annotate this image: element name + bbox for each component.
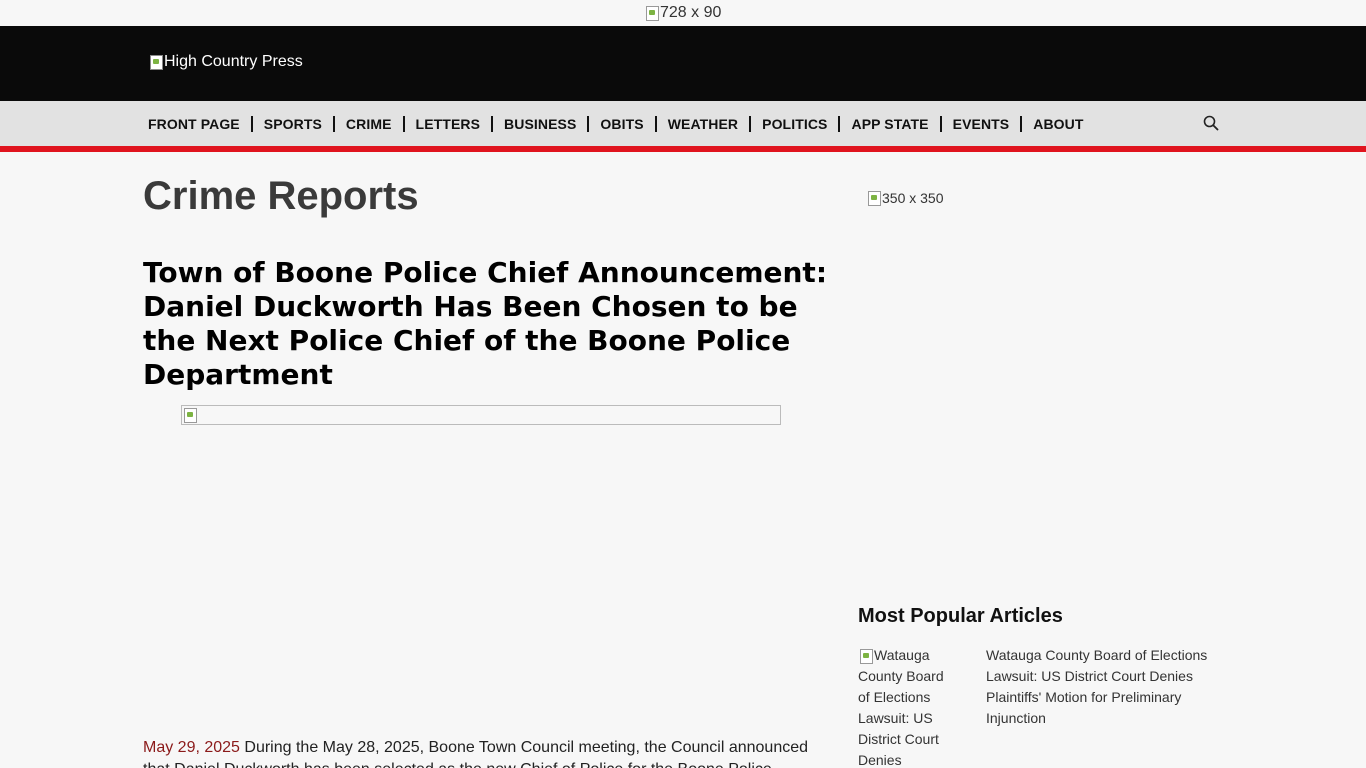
site-logo[interactable]: High Country Press: [148, 53, 303, 71]
nav-divider: [939, 115, 942, 132]
nav-item-events[interactable]: EVENTS: [952, 115, 1034, 132]
logo-alt-text: High Country Press: [164, 53, 303, 70]
nav-item-about[interactable]: ABOUT: [1033, 116, 1083, 132]
nav-accent-bar: [0, 146, 1366, 152]
nav-divider: [1020, 115, 1023, 132]
top-banner-ad[interactable]: 728 x 90: [0, 0, 1366, 26]
nav-item-label: CRIME: [345, 115, 392, 132]
nav-divider: [491, 115, 494, 132]
nav-divider: [654, 115, 657, 132]
nav-item-label: POLITICS: [762, 115, 828, 132]
nav-divider: [250, 115, 253, 132]
nav-item-label: SPORTS: [263, 115, 322, 132]
nav-item-label: BUSINESS: [504, 115, 577, 132]
nav-divider: [838, 115, 841, 132]
nav-item-business[interactable]: BUSINESS: [504, 115, 600, 132]
article-image[interactable]: [181, 405, 781, 425]
nav-item-weather[interactable]: WEATHER: [667, 115, 762, 132]
banner-ad-image[interactable]: 728 x 90: [644, 4, 721, 22]
article-headline[interactable]: Town of Boone Police Chief Announcement:…: [143, 256, 833, 392]
broken-image-icon: [148, 54, 164, 70]
nav-divider: [587, 115, 590, 132]
nav-item-label: OBITS: [600, 115, 644, 132]
broken-image-icon: [644, 5, 660, 21]
broken-image-icon: [866, 190, 882, 206]
nav-item-crime[interactable]: CRIME: [345, 115, 416, 132]
main-nav: FRONT PAGE SPORTS CRIME LETTERS BUSINESS OBIT…: [0, 101, 1366, 146]
nav-item-sports[interactable]: SPORTS: [263, 115, 346, 132]
nav-list: FRONT PAGE SPORTS CRIME LETTERS BUSINESS OBIT…: [148, 101, 1084, 146]
search-icon[interactable]: [1203, 115, 1219, 131]
nav-item-label: LETTERS: [415, 115, 481, 132]
nav-item-politics[interactable]: POLITICS: [762, 115, 851, 132]
popular-article-thumbnail[interactable]: Watauga County Board of Elections Lawsui…: [858, 645, 958, 768]
article-excerpt: May 29, 2025 During the May 28, 2025, Bo…: [143, 737, 823, 768]
nav-divider: [749, 115, 752, 132]
popular-article-link[interactable]: Watauga County Board of Elections Lawsui…: [986, 645, 1226, 729]
nav-item-front-page[interactable]: FRONT PAGE: [148, 115, 264, 132]
broken-image-icon: [858, 648, 874, 665]
nav-item-letters[interactable]: LETTERS: [415, 115, 504, 132]
article-date: May 29, 2025: [143, 739, 240, 756]
sidebar-ad-alt-text: 350 x 350: [882, 190, 944, 206]
nav-item-label: ABOUT: [1033, 115, 1084, 132]
broken-image-icon: [182, 407, 198, 423]
article-excerpt-text: During the May 28, 2025, Boone Town Coun…: [143, 739, 809, 768]
nav-item-label: FRONT PAGE: [148, 115, 240, 132]
popular-thumb-alt-text: Watauga County Board of Elections Lawsui…: [858, 647, 944, 768]
nav-item-app-state[interactable]: APP STATE: [851, 115, 952, 132]
masthead: High Country Press: [0, 26, 1366, 101]
nav-item-obits[interactable]: OBITS: [600, 115, 667, 132]
popular-articles-title: Most Popular Articles: [858, 605, 1063, 627]
nav-item-label: WEATHER: [667, 115, 739, 132]
banner-ad-alt-text: 728 x 90: [660, 4, 722, 21]
sidebar-ad[interactable]: 350 x 350: [866, 190, 944, 206]
nav-item-label: EVENTS: [952, 115, 1010, 132]
nav-item-label: APP STATE: [851, 115, 929, 132]
nav-divider: [332, 115, 335, 132]
nav-divider: [402, 115, 405, 132]
page-title: Crime Reports: [143, 174, 419, 218]
